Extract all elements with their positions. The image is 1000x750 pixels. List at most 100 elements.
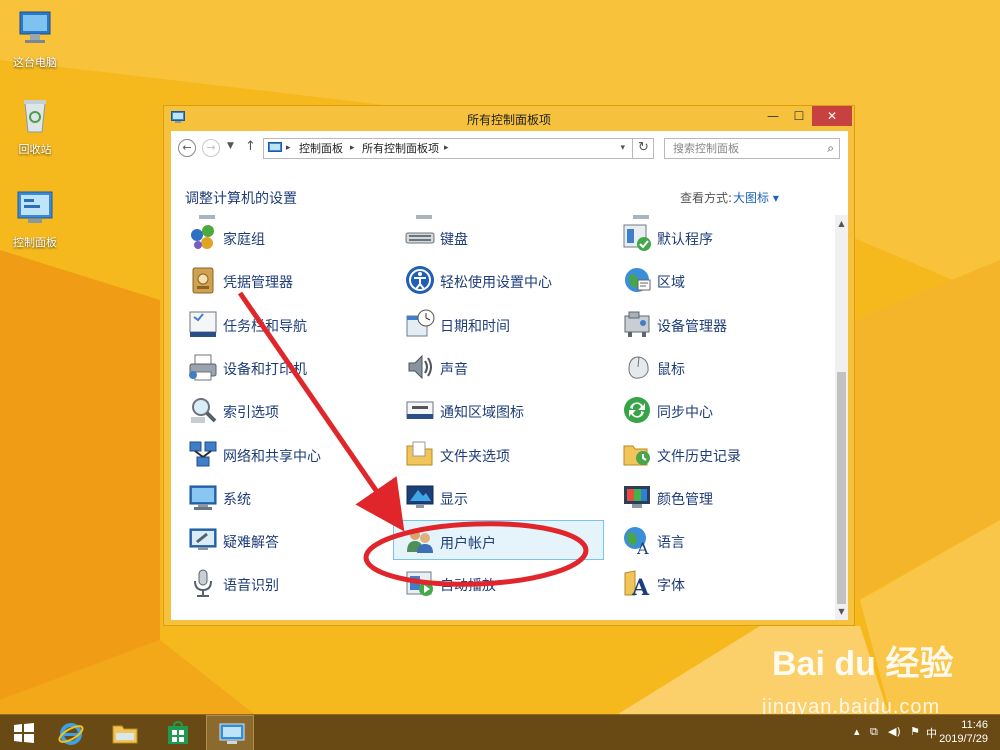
svg-text:A: A	[631, 575, 650, 599]
troubleshooting-icon	[189, 528, 217, 550]
volume-icon[interactable]: ◀)	[888, 725, 901, 738]
system-tray: ▴ ⧉ ◀) ⚑ 中 11:46 2019/7/29	[844, 716, 994, 750]
ime-indicator[interactable]: 中	[926, 725, 937, 741]
mouse-icon	[628, 356, 649, 379]
store-icon	[168, 721, 188, 744]
control-panel-item[interactable]: A 语言	[611, 520, 821, 560]
search-input[interactable]: 搜索控制面板 ⌕	[664, 138, 840, 159]
printer-icon	[189, 354, 217, 381]
clock-date: 2019/7/29	[939, 733, 988, 745]
control-panel-item[interactable]: 同步中心	[611, 390, 821, 430]
recycle-bin-icon	[24, 100, 46, 133]
start-button[interactable]	[0, 715, 48, 750]
scroll-up-arrow[interactable]: ▲	[835, 217, 848, 230]
display-icon	[406, 485, 434, 508]
folder-options-icon	[406, 441, 433, 466]
watermark-brand: Bai du 经验	[772, 645, 954, 683]
taskbar-explorer-button[interactable]	[100, 715, 148, 750]
control-panel-item[interactable]: 家庭组	[177, 217, 387, 257]
scrollbar-thumb[interactable]	[837, 372, 846, 604]
control-panel-item[interactable]: 任务栏和导航	[177, 304, 387, 344]
control-panel-item[interactable]: 凭据管理器	[177, 260, 387, 300]
control-panel-item[interactable]: 网络和共享中心	[177, 434, 387, 474]
control-panel-item[interactable]: 轻松使用设置中心	[394, 260, 604, 300]
title-bar[interactable]: 所有控制面板项 — ☐ ✕	[164, 106, 854, 130]
refresh-button[interactable]: ↻	[632, 138, 654, 159]
desktop-icon-recycle-bin[interactable]: 回收站	[6, 95, 64, 157]
scroll-down-arrow[interactable]: ▼	[835, 605, 848, 618]
control-panel-item-label: 轻松使用设置中心	[440, 275, 552, 291]
control-panel-item[interactable]: 日期和时间	[394, 304, 604, 344]
back-button[interactable]: ←	[178, 139, 196, 157]
control-panel-item[interactable]: 语音识别	[177, 563, 387, 603]
control-panel-item[interactable]: 默认程序	[611, 217, 821, 257]
control-panel-icon	[17, 191, 53, 223]
control-panel-item-label: 日期和时间	[440, 319, 510, 335]
control-panel-item[interactable]: 区域	[611, 260, 821, 300]
control-panel-item[interactable]: 通知区域图标	[394, 390, 604, 430]
folder-icon	[112, 725, 138, 744]
taskbar: ▴ ⧉ ◀) ⚑ 中 11:46 2019/7/29	[0, 714, 1000, 750]
close-button[interactable]: ✕	[812, 106, 852, 126]
control-panel-item[interactable]: 显示	[394, 477, 604, 517]
user-accounts-icon	[407, 530, 433, 553]
control-panel-item[interactable]: 疑难解答	[177, 520, 387, 560]
recent-locations-dropdown[interactable]: ▼	[227, 141, 234, 151]
control-panel-item-label: 文件夹选项	[440, 449, 510, 465]
minimize-button[interactable]: —	[760, 106, 786, 126]
control-panel-item[interactable]: 文件夹选项	[394, 434, 604, 474]
address-bar[interactable]: ▸ 控制面板 ▸ 所有控制面板项 ▸ ▾	[263, 138, 654, 159]
indexing-icon	[191, 398, 217, 423]
maximize-button[interactable]: ☐	[786, 106, 812, 126]
breadcrumb-control-panel[interactable]: 控制面板	[299, 139, 343, 158]
control-panel-item-label: 家庭组	[223, 232, 265, 248]
homegroup-icon	[191, 225, 214, 249]
taskbar-ie-button[interactable]	[46, 715, 94, 750]
svg-text:A: A	[636, 539, 649, 556]
search-icon[interactable]: ⌕	[827, 139, 834, 158]
color-management-icon	[624, 486, 650, 508]
default-programs-icon	[623, 224, 651, 251]
view-by-dropdown[interactable]: 大图标 ▾	[733, 189, 779, 206]
control-panel-item-label: 显示	[440, 492, 468, 508]
control-panel-item-label: 默认程序	[657, 232, 713, 248]
control-panel-item[interactable]: A 字体	[611, 563, 821, 603]
taskbar-control-panel-button[interactable]	[206, 715, 254, 750]
control-panel-item[interactable]: 文件历史记录	[611, 434, 821, 474]
internet-explorer-icon	[58, 723, 84, 745]
up-button[interactable]: ↑	[245, 139, 256, 154]
sync-center-icon	[624, 397, 650, 423]
control-panel-item[interactable]: 设备管理器	[611, 304, 821, 344]
forward-button[interactable]: →	[202, 139, 220, 157]
flag-icon[interactable]: ⚑	[910, 725, 920, 738]
control-panel-item-label: 疑难解答	[223, 535, 279, 551]
taskbar-store-button[interactable]	[154, 715, 202, 750]
control-panel-item[interactable]: 自动播放	[394, 563, 604, 603]
ease-of-access-icon	[406, 266, 434, 294]
control-panel-item-label: 语言	[657, 535, 685, 551]
clock[interactable]: 11:46 2019/7/29	[939, 718, 988, 746]
breadcrumb-all-items[interactable]: 所有控制面板项	[362, 139, 439, 158]
control-panel-item[interactable]: 键盘	[394, 217, 604, 257]
desktop-icon-this-pc[interactable]: 这台电脑	[6, 8, 64, 70]
chevron-down-icon[interactable]: ▾	[620, 139, 625, 158]
region-icon	[625, 268, 651, 292]
control-panel-item[interactable]: 索引选项	[177, 390, 387, 430]
control-panel-icon	[219, 723, 245, 744]
control-panel-item-label: 任务栏和导航	[223, 319, 307, 335]
control-panel-item[interactable]: 用户帐户	[393, 520, 604, 560]
network-tray-icon[interactable]: ⧉	[870, 725, 878, 739]
control-panel-item[interactable]: 声音	[394, 347, 604, 387]
control-panel-item[interactable]: 鼠标	[611, 347, 821, 387]
speech-recognition-icon	[194, 569, 212, 597]
notification-icon	[406, 401, 434, 419]
control-panel-item[interactable]: 设备和打印机	[177, 347, 387, 387]
control-panel-item-label: 系统	[223, 492, 251, 508]
control-panel-item[interactable]: 系统	[177, 477, 387, 517]
desktop-icon-control-panel[interactable]: 控制面板	[6, 188, 64, 250]
tray-expand-icon[interactable]: ▴	[854, 725, 860, 738]
control-panel-window: 所有控制面板项 — ☐ ✕ ← → ▼ ↑ ▸ 控制面板 ▸ 所有控制面板项 ▸…	[163, 105, 855, 626]
control-panel-items: 家庭组 键盘 默认程序凭据管理器 轻松使用设置中心 区域任务栏和导航 日期和时间 设备管理器…	[171, 215, 831, 620]
vertical-scrollbar[interactable]: ▲ ▼	[835, 215, 848, 620]
control-panel-item[interactable]: 颜色管理	[611, 477, 821, 517]
